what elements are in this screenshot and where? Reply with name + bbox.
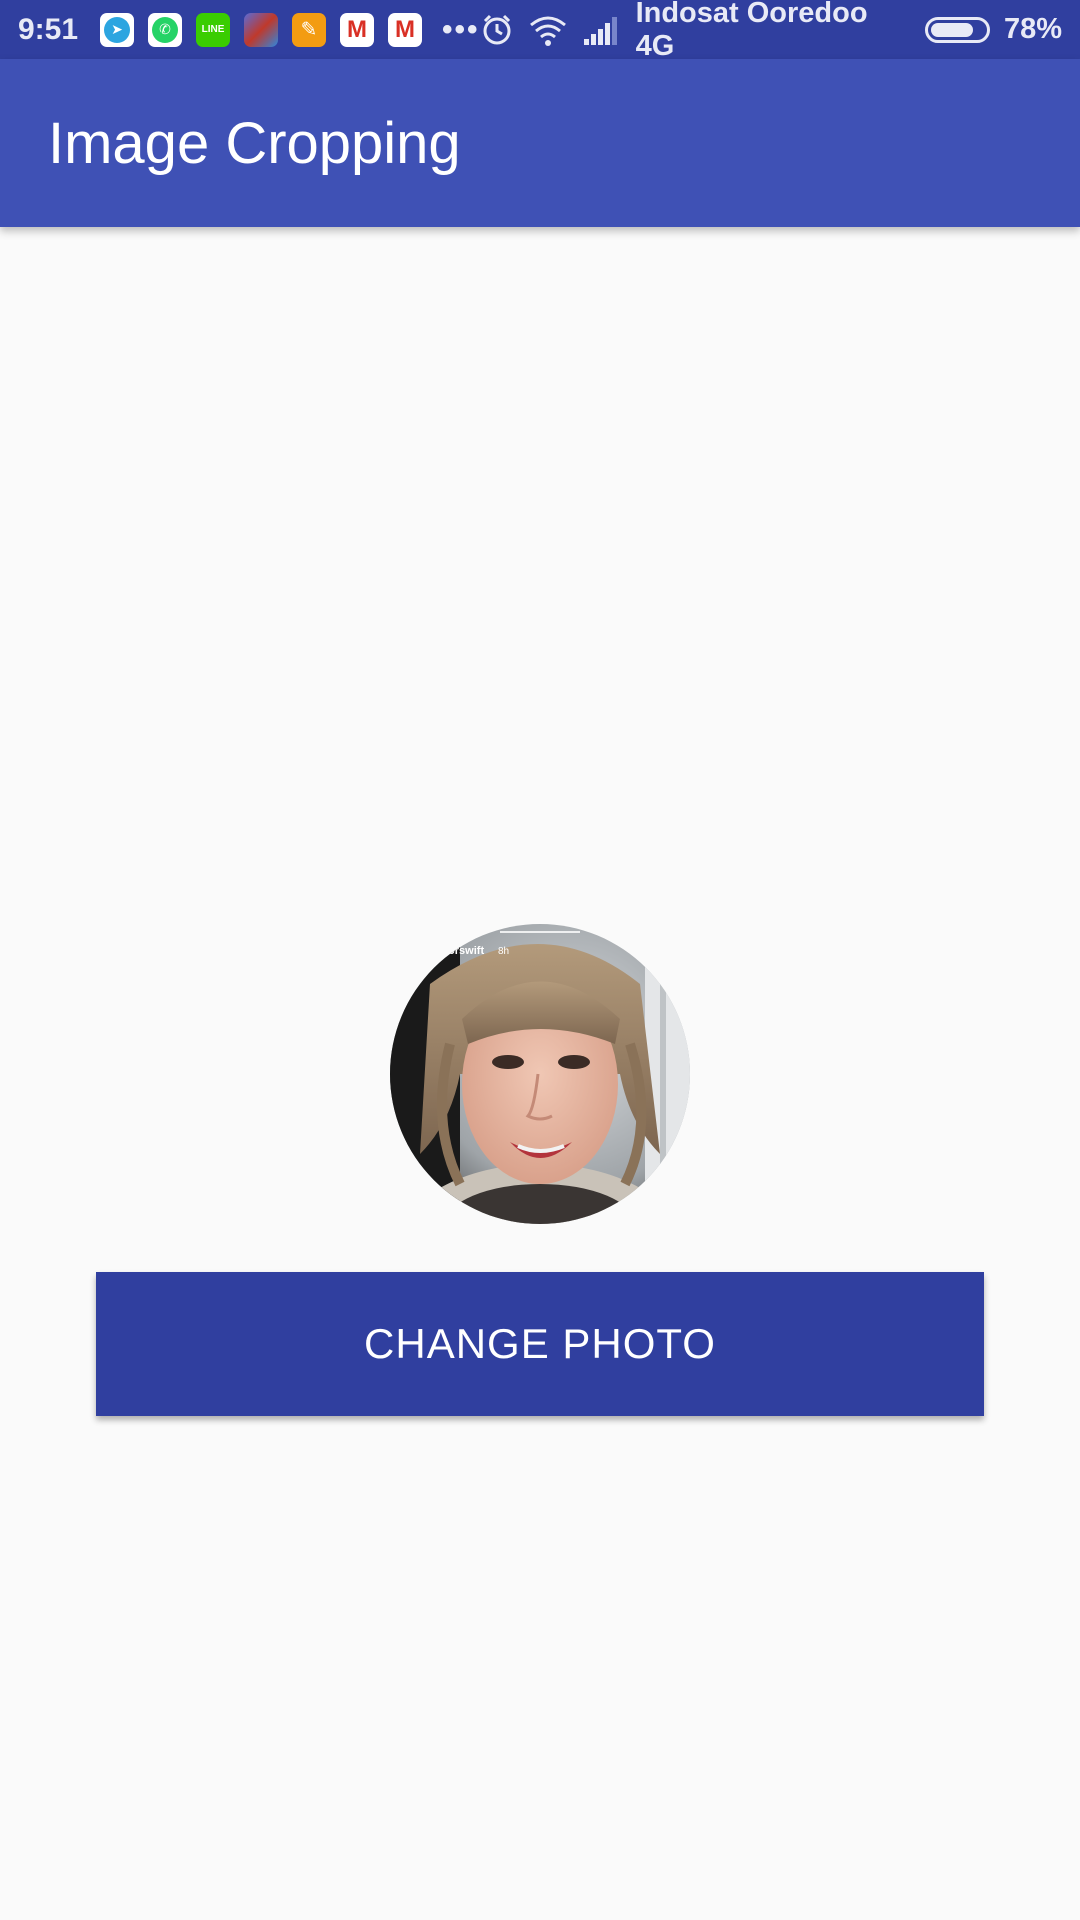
status-right: Indosat Ooredoo 4G 78%: [480, 0, 1062, 63]
signal-icon: [582, 15, 622, 45]
gmail-icon: M: [388, 12, 423, 47]
photo-overlay-username: lorswift: [445, 945, 484, 957]
photo-overlay-time: 8h: [498, 946, 509, 957]
more-notifications-icon: •••: [442, 12, 480, 46]
game-app-icon: [244, 12, 279, 47]
status-time: 9:51: [18, 12, 79, 46]
whatsapp-glyph: ✆: [152, 16, 179, 43]
gmail-icon: M: [340, 12, 375, 47]
page-title: Image Cropping: [48, 110, 461, 176]
battery-percent: 78%: [1003, 13, 1062, 45]
carrier-name: Indosat Ooredoo 4G: [635, 0, 868, 62]
line-icon: LINE: [196, 12, 231, 47]
battery-icon: [924, 16, 990, 43]
wifi-icon: [528, 13, 568, 47]
alarm-icon: [480, 13, 514, 47]
status-bar: 9:51 ➤ ✆ LINE ✎ M M ••• Indosat Ooredoo …: [0, 0, 1080, 62]
battery-level: [930, 22, 973, 37]
app-bar: Image Cropping: [0, 59, 1080, 227]
telegram-glyph: ➤: [104, 16, 131, 43]
telegram-icon: ➤: [100, 12, 135, 47]
notification-icons: ➤ ✆ LINE ✎ M M •••: [100, 12, 480, 47]
profile-photo: lorswift 8h: [390, 924, 690, 1224]
whatsapp-icon: ✆: [148, 12, 183, 47]
change-photo-button[interactable]: CHANGE PHOTO: [96, 1272, 984, 1416]
profile-photo-image: lorswift 8h: [390, 924, 690, 1224]
orange-app-icon: ✎: [292, 12, 327, 47]
